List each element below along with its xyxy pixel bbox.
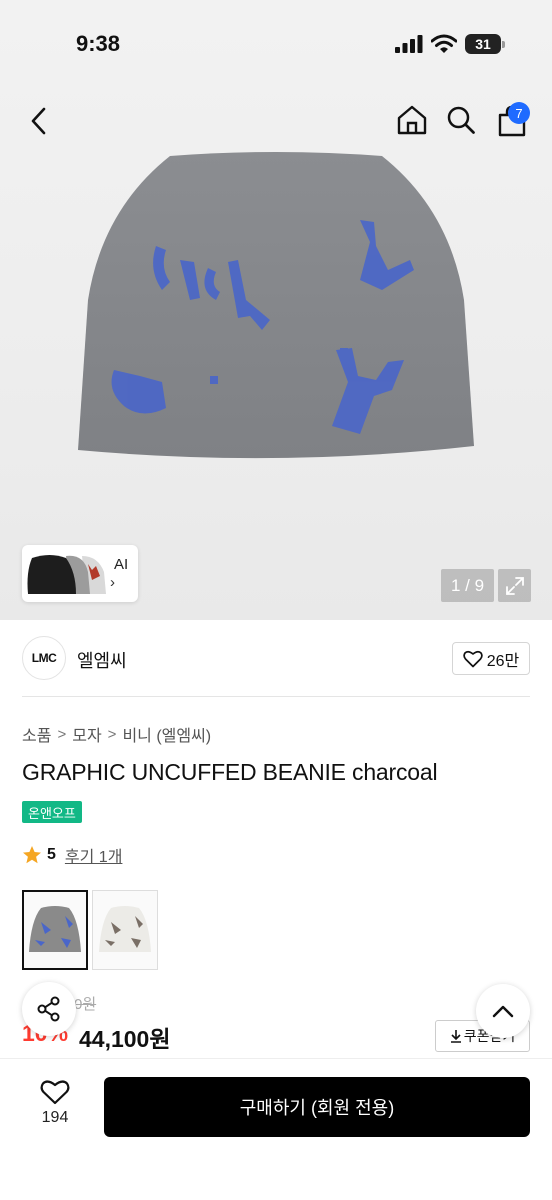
variant-ivory[interactable] [92,890,158,970]
onoff-tag: 온앤오프 [22,801,82,823]
ai-recommend-card[interactable]: AI › [22,545,138,602]
heart-icon [463,650,483,667]
wishlist-button[interactable]: 194 [26,1079,84,1127]
chevron-left-icon [31,107,46,135]
brand-logo[interactable]: LMC [22,636,66,680]
cart-count-badge: 7 [508,102,530,124]
beanie-thumbnail [99,906,151,952]
color-variants [22,890,158,970]
expand-image-button[interactable] [498,569,531,602]
battery-level: 31 [475,36,491,52]
ai-thumbnail-stack [26,550,110,598]
scroll-top-button[interactable] [476,984,530,1038]
rating-score: 5 [47,846,56,863]
ai-label: AI [114,556,129,573]
home-icon [397,105,427,135]
share-icon [37,996,60,1022]
search-button[interactable] [443,102,479,138]
sale-price: 44,100원 [79,1026,171,1052]
rating-summary: 5 후기 1개 [22,843,122,867]
breadcrumb-separator: > [107,725,117,743]
breadcrumb-item[interactable]: 모자 [72,722,101,746]
buy-button[interactable]: 구매하기 (회원 전용) [104,1077,530,1137]
status-bar: 9:38 31 [0,0,552,90]
wishlist-count: 194 [41,1109,69,1126]
product-image-gallery[interactable]: 9:38 31 7 AI › 1 / 9 [0,0,552,620]
breadcrumb-item[interactable]: 비니 (엘엠씨) [122,722,211,746]
bottom-action-bar: 194 구매하기 (회원 전용) [0,1058,552,1200]
original-price: 0원 [74,996,97,1013]
breadcrumb-item[interactable]: 소품 [22,722,51,746]
expand-icon [505,576,524,595]
breadcrumb-separator: > [57,725,67,743]
review-link[interactable]: 후기 1개 [65,843,123,867]
brand-like-button[interactable]: 26만 [452,642,530,675]
star-icon [23,846,41,864]
beanie-product-image [78,152,474,459]
product-title: GRAPHIC UNCUFFED BEANIE charcoal [22,759,438,785]
beanie-thumbnails [27,554,106,594]
download-icon [450,1030,461,1043]
chevron-right-icon: › [110,574,115,591]
status-time: 9:38 [76,31,121,56]
brand-like-count: 26만 [486,652,520,670]
divider [22,696,530,697]
wifi-icon [431,34,457,53]
battery-icon: 31 [465,34,505,54]
search-icon [447,106,475,134]
brand-name[interactable]: 엘엠씨 [77,647,127,673]
heart-icon [40,1080,70,1105]
chevron-up-icon [492,1005,514,1018]
brand-row: LMC 엘엠씨 26만 [22,636,530,682]
beanie-thumbnail [29,906,81,952]
share-button[interactable] [22,982,76,1036]
home-button[interactable] [394,102,430,138]
back-button[interactable] [22,104,56,138]
ai-card-text: AI › [110,556,128,591]
image-pager: 1 / 9 [441,569,494,602]
breadcrumb: 소품 > 모자 > 비니 (엘엠씨) [22,722,211,746]
variant-charcoal[interactable] [22,890,88,970]
signal-icon [395,35,423,53]
